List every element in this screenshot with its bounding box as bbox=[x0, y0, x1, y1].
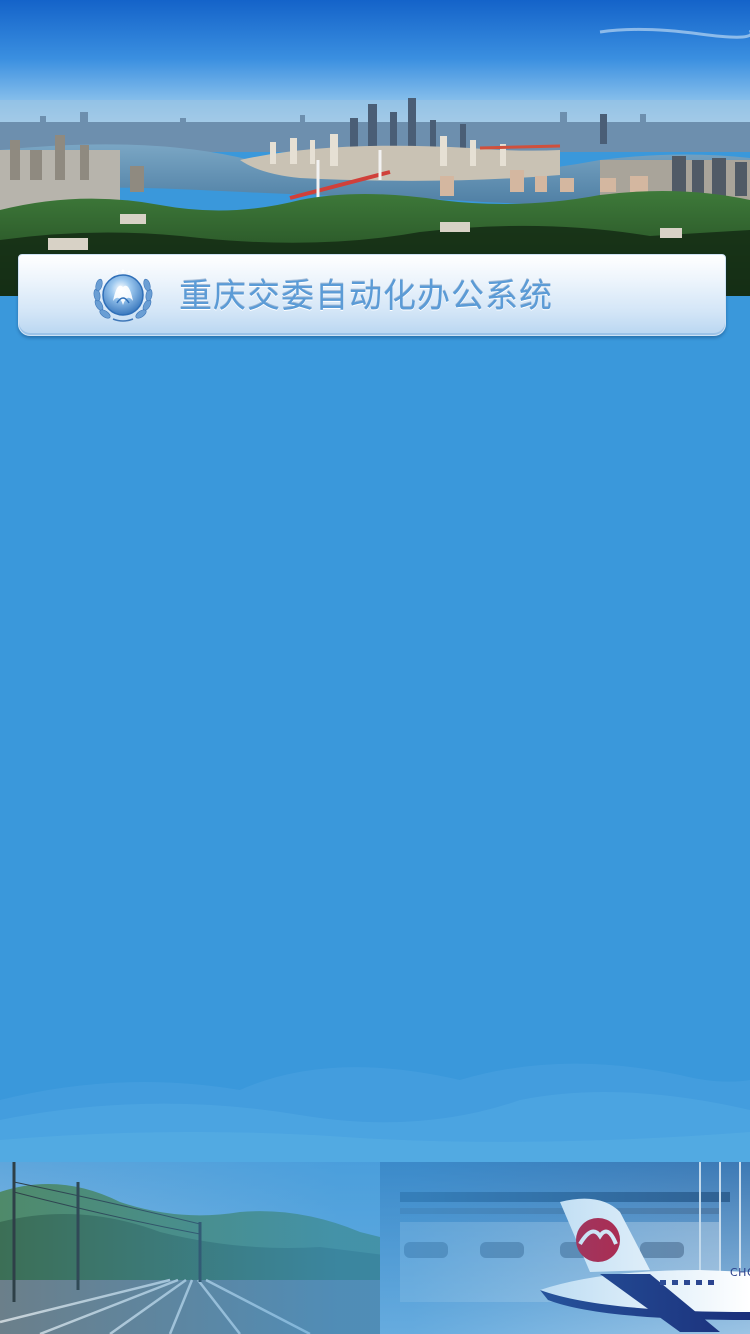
aircraft-livery-text: CHO bbox=[730, 1266, 750, 1279]
wave-decoration bbox=[0, 1040, 750, 1162]
city-panorama-image bbox=[0, 0, 750, 296]
splash-screen: 重庆交委自动化办公系统 CH bbox=[0, 0, 750, 1334]
app-title: 重庆交委自动化办公系统 bbox=[179, 276, 553, 315]
transport-photo-strip bbox=[0, 1162, 750, 1334]
title-banner: 重庆交委自动化办公系统 bbox=[18, 254, 726, 336]
laurel-emblem-icon bbox=[91, 265, 155, 327]
